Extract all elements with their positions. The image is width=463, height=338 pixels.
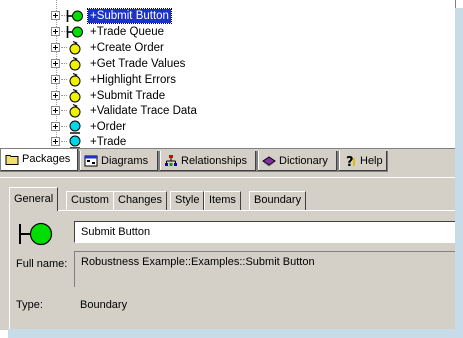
- tree-item-label[interactable]: +Validate Trace Data: [88, 104, 199, 118]
- tab-custom[interactable]: Custom: [66, 191, 114, 210]
- boundary-icon: [66, 10, 83, 22]
- tree-item-label[interactable]: +Create Order: [88, 41, 166, 55]
- expand-icon[interactable]: [51, 27, 60, 36]
- tree-item[interactable]: +Submit Button: [51, 8, 451, 24]
- diagram-icon: [84, 155, 98, 167]
- tree-item[interactable]: +Trade Queue: [51, 24, 451, 40]
- control-icon: [69, 88, 81, 103]
- full-name-field: Robustness Example::Examples::Submit But…: [74, 251, 456, 287]
- tree-view[interactable]: +Submit Button +Trade Queue +Create Orde…: [0, 0, 456, 149]
- folder-icon: [5, 155, 19, 165]
- expand-icon[interactable]: [51, 43, 60, 52]
- control-icon: [69, 56, 81, 71]
- expand-icon[interactable]: [51, 75, 60, 84]
- help-icon: ?: [346, 155, 355, 168]
- tab-label: Diagrams: [101, 155, 149, 167]
- tab-items[interactable]: Items: [204, 191, 241, 210]
- tree-item[interactable]: +Order: [51, 119, 451, 135]
- properties-panel: General Custom Changes Style Items Bound…: [0, 177, 456, 331]
- properties-tab-strip: General Custom Changes Style Items Bound…: [9, 187, 455, 211]
- tab-diagrams[interactable]: Diagrams: [79, 151, 159, 172]
- control-icon: [69, 40, 81, 55]
- book-icon: [262, 156, 276, 167]
- tree-item-label[interactable]: +Trade Queue: [88, 25, 166, 39]
- tab-style[interactable]: Style: [170, 191, 205, 210]
- tab-help[interactable]: ? Help: [338, 151, 388, 172]
- window-shadow: [8, 329, 463, 338]
- browser-tab-bar: Packages Diagrams Relationships Dictiona…: [0, 148, 455, 177]
- entity-icon: [69, 120, 81, 134]
- expand-icon[interactable]: [51, 122, 60, 131]
- tab-label: Dictionary: [279, 155, 328, 167]
- tree-item[interactable]: +Create Order: [51, 40, 451, 56]
- window-shadow: [455, 8, 463, 338]
- control-icon: [69, 72, 81, 87]
- tree-item[interactable]: +Get Trade Values: [51, 56, 451, 72]
- type-value: Boundary: [80, 299, 128, 311]
- tree-item[interactable]: +Highlight Errors: [51, 72, 451, 88]
- expand-icon[interactable]: [51, 91, 60, 100]
- tree-item-label[interactable]: +Order: [88, 120, 128, 134]
- boundary-icon: [19, 222, 53, 246]
- tab-label: Relationships: [181, 155, 248, 167]
- general-tab-content: Submit Button Full name: Robustness Exam…: [9, 210, 456, 331]
- tab-label: Help: [360, 155, 383, 167]
- tree-item-label[interactable]: +Get Trade Values: [88, 57, 187, 71]
- tab-dictionary[interactable]: Dictionary: [257, 151, 338, 172]
- svg-text:?: ?: [346, 155, 354, 168]
- tab-relationships[interactable]: Relationships: [159, 151, 257, 172]
- tree-item[interactable]: +Submit Trade: [51, 88, 451, 104]
- expand-icon[interactable]: [51, 11, 60, 20]
- expand-icon[interactable]: [51, 106, 60, 115]
- boundary-icon: [66, 26, 83, 38]
- tab-general[interactable]: General: [9, 187, 59, 211]
- tab-label: Style: [175, 194, 200, 206]
- tab-label: Packages: [22, 153, 71, 165]
- name-field[interactable]: Submit Button: [74, 221, 456, 243]
- tree-item-label[interactable]: +Trade: [88, 135, 128, 149]
- tab-label: Changes: [118, 194, 163, 206]
- expand-icon[interactable]: [51, 59, 60, 68]
- tab-label: Custom: [71, 194, 109, 206]
- full-name-label: Full name:: [16, 258, 68, 270]
- control-icon: [69, 103, 81, 118]
- tree-item[interactable]: +Validate Trace Data: [51, 103, 451, 119]
- tab-label: Boundary: [254, 194, 302, 206]
- tab-label: Items: [209, 194, 236, 206]
- type-label: Type:: [16, 299, 43, 311]
- expand-icon[interactable]: [51, 137, 60, 146]
- tree-item-label[interactable]: +Submit Trade: [88, 89, 167, 103]
- tree-item-label[interactable]: +Highlight Errors: [88, 73, 178, 87]
- window: +Submit Button +Trade Queue +Create Orde…: [0, 0, 456, 331]
- tab-label: General: [14, 193, 54, 205]
- tab-packages[interactable]: Packages: [0, 149, 79, 172]
- hierarchy-icon: [165, 155, 177, 166]
- tree-item-label[interactable]: +Submit Button: [87, 8, 172, 24]
- tab-boundary[interactable]: Boundary: [249, 191, 307, 210]
- tab-changes[interactable]: Changes: [113, 191, 168, 210]
